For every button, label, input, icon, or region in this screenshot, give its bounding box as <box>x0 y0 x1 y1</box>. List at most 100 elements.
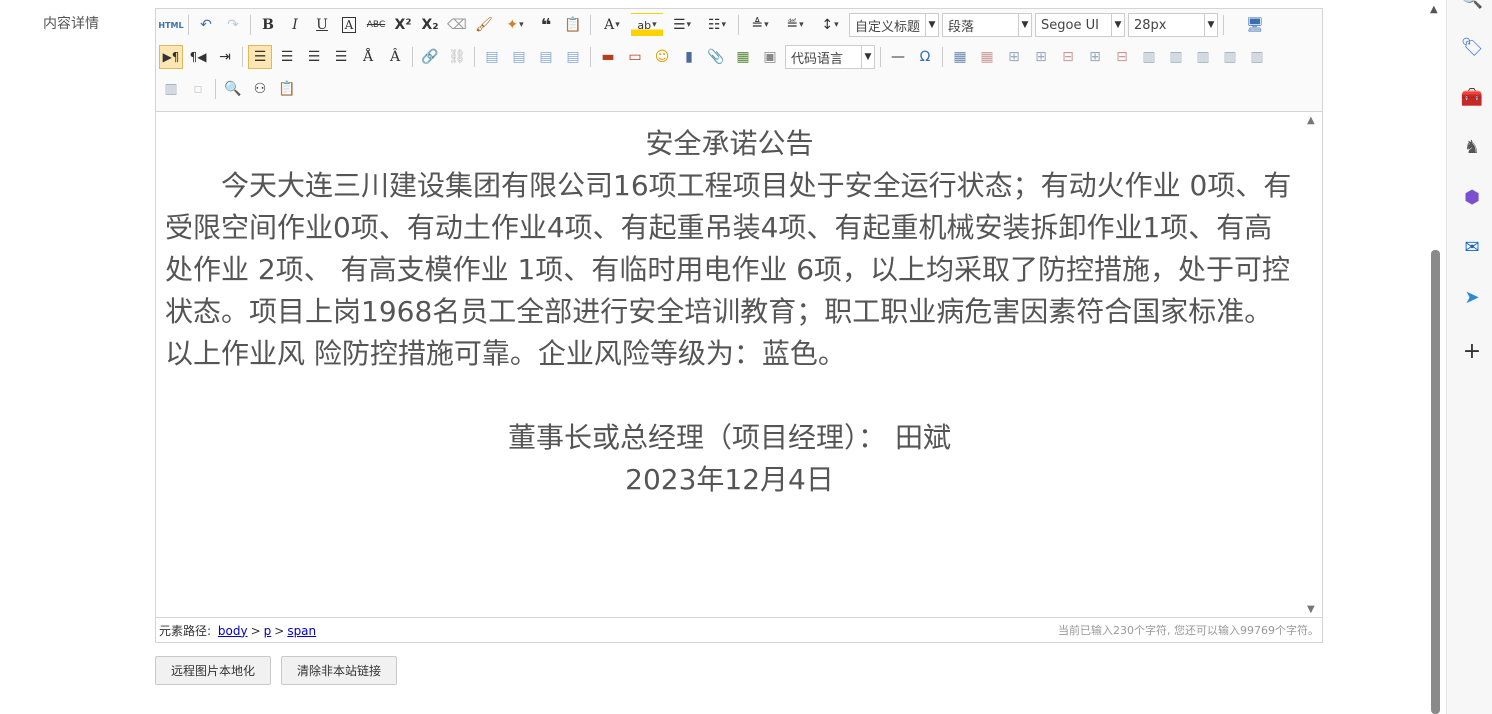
superscript-icon[interactable]: X² <box>391 13 415 37</box>
ordered-list-icon[interactable]: ☰ <box>666 13 698 37</box>
add-icon[interactable]: + <box>1461 339 1483 364</box>
justify-icon[interactable]: ☰ <box>329 45 353 69</box>
row-spacing-top-icon[interactable]: ≜ <box>744 13 776 37</box>
charts-icon[interactable]: ▫ <box>186 77 210 101</box>
chess-icon[interactable]: ♞ <box>1461 136 1483 158</box>
clear-links-button[interactable]: 清除非本站链接 <box>281 656 397 685</box>
browser-sidebar: 🔍 🏷 🧰 ♞ ⬢ ✉ ➤ + <box>1446 0 1492 714</box>
split-rows-icon[interactable]: ▥ <box>1245 45 1269 69</box>
toolbar-separator <box>1223 15 1224 35</box>
chevron-down-icon: ▼ <box>1018 14 1031 36</box>
tag-icon[interactable]: 🏷 <box>1461 36 1484 58</box>
indent-icon[interactable]: ⇥ <box>213 45 237 69</box>
split-cells-icon[interactable]: ▥ <box>1218 45 1242 69</box>
align-left-icon[interactable]: ☰ <box>248 45 272 69</box>
scroll-up-icon[interactable]: ▲ <box>1307 115 1315 126</box>
eraser-icon[interactable]: ⌫ <box>445 13 469 37</box>
html-source-icon[interactable]: HTML <box>158 13 183 37</box>
send-icon[interactable]: ➤ <box>1461 286 1483 308</box>
subscript-icon[interactable]: X₂ <box>418 13 442 37</box>
insert-column-icon[interactable]: ⊞ <box>1083 45 1107 69</box>
editor-content[interactable]: 安全承诺公告 今天大连三川建设集团有限公司16项工程项目处于安全运行状态；有动火… <box>156 111 1302 619</box>
insert-image-icon[interactable]: ▬ <box>596 45 620 69</box>
chevron-down-icon: ▼ <box>925 14 938 36</box>
outlook-icon[interactable]: ✉ <box>1461 236 1483 258</box>
insert-row-icon[interactable]: ⊞ <box>1029 45 1053 69</box>
split-cols-icon[interactable]: ▥ <box>159 77 183 101</box>
code-language-select[interactable]: 代码语言 ▼ <box>785 45 875 69</box>
italic-icon[interactable]: I <box>283 13 307 37</box>
image-none-icon[interactable]: ▤ <box>507 45 531 69</box>
image-center-icon[interactable]: ▤ <box>561 45 585 69</box>
attachment-icon[interactable]: 📎 <box>704 45 728 69</box>
special-char-icon[interactable]: Ω <box>913 45 937 69</box>
path-link-span[interactable]: span <box>287 624 316 638</box>
toolbar-separator <box>880 47 881 67</box>
strikethrough-icon[interactable]: ABC <box>364 13 388 37</box>
scroll-down-icon[interactable]: ▼ <box>1307 604 1315 615</box>
localize-images-button[interactable]: 远程图片本地化 <box>155 656 271 685</box>
insert-paragraph-icon[interactable]: ⊞ <box>1002 45 1026 69</box>
image-right-icon[interactable]: ▤ <box>534 45 558 69</box>
custom-heading-value: 自定义标题 <box>855 19 921 35</box>
field-label: 内容详情 <box>43 16 99 32</box>
multi-image-icon[interactable]: ▭ <box>623 45 647 69</box>
fullscreen-icon[interactable]: 🖥 <box>1243 13 1267 37</box>
search-replace-icon[interactable]: 🔍 <box>221 77 245 101</box>
insert-table-icon[interactable]: ▦ <box>948 45 972 69</box>
merge-right-icon[interactable]: ▥ <box>1164 45 1188 69</box>
copilot-icon[interactable]: ⬢ <box>1461 186 1483 208</box>
delete-column-icon[interactable]: ⊟ <box>1110 45 1134 69</box>
underline-icon[interactable]: U <box>310 13 334 37</box>
paste-plain-icon[interactable]: 📋 <box>561 13 585 37</box>
paste-from-word-icon[interactable]: 📋 <box>275 77 299 101</box>
search-icon[interactable]: 🔍 <box>1461 0 1483 10</box>
merge-down-icon[interactable]: ▥ <box>1191 45 1215 69</box>
merge-cells-icon[interactable]: ▥ <box>1137 45 1161 69</box>
scroll-up-icon[interactable]: ▲ <box>1430 4 1438 15</box>
map-icon[interactable]: ▦ <box>731 45 755 69</box>
bold-icon[interactable]: B <box>256 13 280 37</box>
notice-signature: 董事长或总经理（项目经理）： 田斌 <box>508 421 951 454</box>
text-transform-icon[interactable]: Â <box>383 45 407 69</box>
toolbar-separator <box>474 47 475 67</box>
emotion-icon[interactable]: ☺ <box>650 45 674 69</box>
border-icon[interactable]: A <box>337 13 361 37</box>
page-scrollbar[interactable]: ▲ <box>1426 0 1444 714</box>
path-link-p[interactable]: p <box>264 624 272 638</box>
toolbox-icon[interactable]: 🧰 <box>1461 86 1483 108</box>
binoculars-icon[interactable]: ⚇ <box>248 77 272 101</box>
image-left-icon[interactable]: ▤ <box>480 45 504 69</box>
ltr-icon[interactable]: ▶¶ <box>159 45 183 69</box>
notice-date: 2023年12月4日 <box>625 463 834 496</box>
auto-typeset-icon[interactable]: ✦ <box>499 13 531 37</box>
delete-table-icon[interactable]: ▦ <box>975 45 999 69</box>
font-color-icon[interactable]: A <box>596 13 628 37</box>
redo-icon[interactable]: ↷ <box>221 13 245 37</box>
background-color-icon[interactable]: ab <box>631 13 663 37</box>
video-icon[interactable]: ▮ <box>677 45 701 69</box>
align-right-icon[interactable]: ☰ <box>302 45 326 69</box>
horizontal-rule-icon[interactable]: — <box>886 45 910 69</box>
format-painter-icon[interactable]: 🖌 <box>472 13 496 37</box>
unlink-icon[interactable]: ⛓ <box>445 45 469 69</box>
paragraph-format-select[interactable]: 段落 ▼ <box>942 13 1032 37</box>
line-height-icon[interactable]: ↕ <box>814 13 846 37</box>
font-family-select[interactable]: Segoe UI ▼ <box>1035 13 1125 37</box>
scrollbar-thumb[interactable] <box>1431 250 1440 714</box>
delete-row-icon[interactable]: ⊟ <box>1056 45 1080 69</box>
text-direction-icon[interactable]: Å <box>356 45 380 69</box>
row-spacing-bottom-icon[interactable]: ≝ <box>779 13 811 37</box>
editor-scrollbar[interactable]: ▲ ▼ <box>1302 111 1322 619</box>
rtl-icon[interactable]: ¶◀ <box>186 45 210 69</box>
chevron-down-icon: ▼ <box>1204 14 1217 36</box>
link-icon[interactable]: 🔗 <box>418 45 442 69</box>
undo-icon[interactable]: ↶ <box>194 13 218 37</box>
custom-heading-select[interactable]: 自定义标题 ▼ <box>849 13 939 37</box>
template-icon[interactable]: ▣ <box>758 45 782 69</box>
font-size-select[interactable]: 28px ▼ <box>1128 13 1218 37</box>
unordered-list-icon[interactable]: ☷ <box>701 13 733 37</box>
align-center-icon[interactable]: ☰ <box>275 45 299 69</box>
blockquote-icon[interactable]: ❝ <box>534 13 558 37</box>
path-link-body[interactable]: body <box>218 624 248 638</box>
